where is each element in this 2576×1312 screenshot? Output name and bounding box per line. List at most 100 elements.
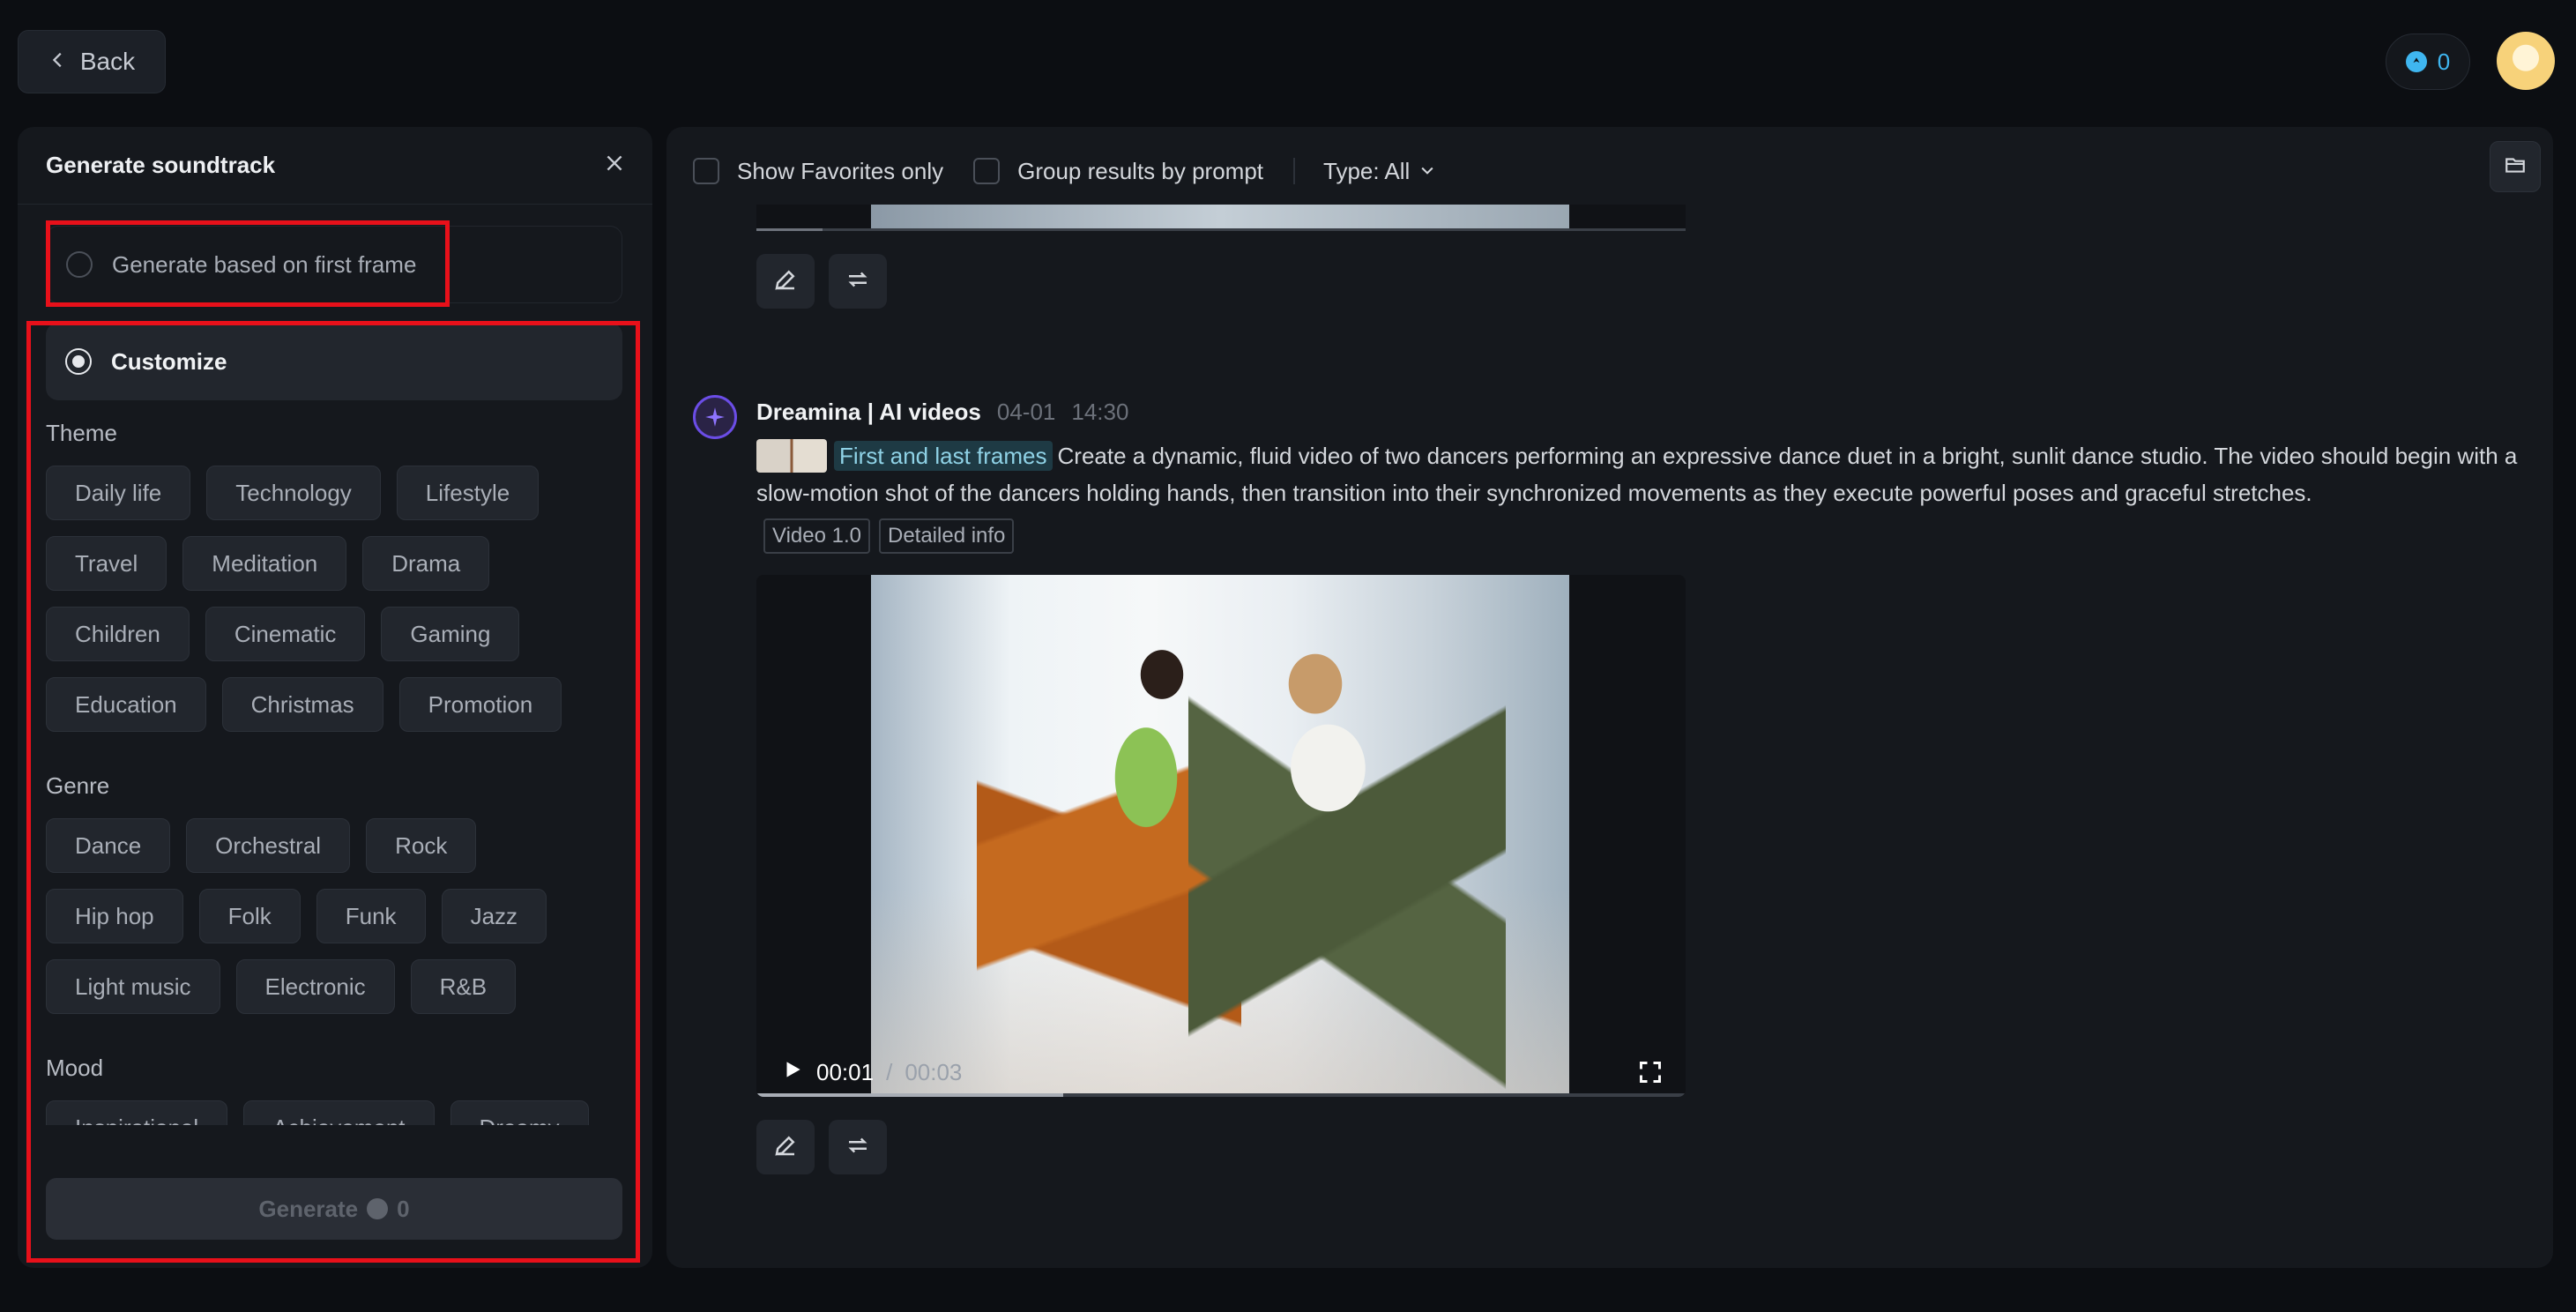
theme-chip[interactable]: Daily life <box>46 466 190 520</box>
edit-button[interactable] <box>756 254 815 309</box>
chip-row: Light music Electronic R&B <box>46 959 628 1014</box>
radio-customize[interactable] <box>65 348 92 375</box>
chip-row: Children Cinematic Gaming <box>46 607 628 661</box>
option-first-frame-label: Generate based on first frame <box>112 251 416 279</box>
credits-badge[interactable]: 0 <box>2386 34 2470 90</box>
message-tags: Video 1.0 Detailed info <box>763 518 1014 554</box>
repeat-icon <box>845 266 871 297</box>
genre-chip[interactable]: Jazz <box>442 889 547 943</box>
option-first-frame[interactable]: Generate based on first frame <box>46 226 622 303</box>
theme-chip[interactable]: Promotion <box>399 677 562 732</box>
chip-row: Travel Meditation Drama <box>46 536 628 591</box>
favorites-checkbox[interactable] <box>693 158 719 184</box>
message-prompt: First and last framesCreate a dynamic, f… <box>756 437 2528 511</box>
frames-thumbnail[interactable] <box>756 439 827 473</box>
theme-chip[interactable]: Drama <box>362 536 489 591</box>
message-time: 14:30 <box>1071 399 1128 426</box>
theme-chip[interactable]: Technology <box>206 466 381 520</box>
mood-chip[interactable]: Dreamy <box>450 1100 589 1125</box>
theme-chip[interactable]: Meditation <box>182 536 346 591</box>
chip-row: Inspirational Achievement Dreamy <box>46 1100 628 1125</box>
model-tag: Video 1.0 <box>763 518 870 554</box>
genre-chip[interactable]: Orchestral <box>186 818 350 873</box>
theme-chips: Daily life Technology Lifestyle Travel M… <box>46 466 628 748</box>
type-filter-label: Type: All <box>1323 158 1410 185</box>
generate-soundtrack-panel: Generate soundtrack Generate based on fi… <box>18 127 652 1268</box>
genre-chip[interactable]: Dance <box>46 818 170 873</box>
genre-chip[interactable]: R&B <box>411 959 516 1014</box>
play-icon[interactable] <box>781 1058 804 1087</box>
frames-mode-tag[interactable]: First and last frames <box>834 441 1053 471</box>
back-label: Back <box>80 48 135 76</box>
group-label[interactable]: Group results by prompt <box>1017 158 1263 185</box>
pencil-icon <box>772 1132 799 1163</box>
previous-video-progress <box>756 228 1686 231</box>
genre-chip[interactable]: Folk <box>199 889 301 943</box>
theme-chip[interactable]: Education <box>46 677 206 732</box>
previous-video-preview[interactable] <box>756 205 1686 231</box>
mood-title: Mood <box>46 1055 103 1082</box>
chip-row: Daily life Technology Lifestyle <box>46 466 628 520</box>
video-player[interactable]: 00:01 / 00:03 <box>756 575 1686 1097</box>
genre-chip[interactable]: Light music <box>46 959 220 1014</box>
previous-video-progress-fill <box>756 228 823 231</box>
type-filter-select[interactable]: Type: All <box>1323 158 1436 185</box>
toolbar-divider <box>1293 158 1295 184</box>
theme-chip[interactable]: Gaming <box>381 607 519 661</box>
theme-chip[interactable]: Lifestyle <box>397 466 539 520</box>
chevron-left-icon <box>48 48 68 76</box>
genre-chip[interactable]: Rock <box>366 818 476 873</box>
chip-row: Dance Orchestral Rock <box>46 818 628 873</box>
genre-chip[interactable]: Funk <box>316 889 426 943</box>
dreamina-avatar <box>693 395 737 439</box>
mood-chip[interactable]: Achievement <box>243 1100 434 1125</box>
chevron-down-icon <box>1418 158 1436 185</box>
message-header: Dreamina | AI videos 04-01 14:30 <box>756 399 1128 426</box>
video-current-time: 00:01 <box>816 1059 874 1086</box>
genre-chips: Dance Orchestral Rock Hip hop Folk Funk … <box>46 818 628 1030</box>
message-date: 04-01 <box>997 399 1056 426</box>
previous-video-frame <box>871 205 1569 231</box>
favorites-label[interactable]: Show Favorites only <box>737 158 943 185</box>
chip-row: Hip hop Folk Funk Jazz <box>46 889 628 943</box>
edit-button[interactable] <box>756 1120 815 1174</box>
chip-row: Education Christmas Promotion <box>46 677 628 732</box>
fullscreen-icon[interactable] <box>1638 1060 1663 1089</box>
genre-chip[interactable]: Hip hop <box>46 889 183 943</box>
repeat-icon <box>845 1132 871 1163</box>
theme-chip[interactable]: Christmas <box>222 677 383 732</box>
generate-label: Generate <box>258 1196 358 1223</box>
theme-title: Theme <box>46 420 117 447</box>
generate-cost: 0 <box>397 1196 409 1223</box>
genre-chip[interactable]: Electronic <box>236 959 395 1014</box>
group-checkbox[interactable] <box>973 158 1000 184</box>
back-button[interactable]: Back <box>18 30 166 93</box>
pencil-icon <box>772 266 799 297</box>
video-time-separator: / <box>886 1059 892 1086</box>
mood-chips: Inspirational Achievement Dreamy <box>46 1097 628 1125</box>
user-avatar[interactable] <box>2497 32 2555 90</box>
theme-chip[interactable]: Cinematic <box>205 607 366 661</box>
video-progress-fill <box>756 1093 1063 1097</box>
folder-icon <box>2504 153 2527 181</box>
close-icon[interactable] <box>603 152 626 179</box>
credit-coin-icon <box>2406 51 2427 72</box>
results-panel: Show Favorites only Group results by pro… <box>666 127 2553 1268</box>
credits-count: 0 <box>2438 48 2450 76</box>
video-controls: 00:01 / 00:03 <box>781 1058 962 1087</box>
theme-chip[interactable]: Children <box>46 607 190 661</box>
regenerate-button[interactable] <box>829 254 887 309</box>
detailed-info-tag[interactable]: Detailed info <box>879 518 1014 554</box>
panel-title: Generate soundtrack <box>46 152 275 179</box>
theme-chip[interactable]: Travel <box>46 536 167 591</box>
option-customize-label: Customize <box>111 348 227 376</box>
radio-first-frame[interactable] <box>66 251 93 278</box>
generate-button[interactable]: Generate 0 <box>46 1178 622 1240</box>
mood-chip[interactable]: Inspirational <box>46 1100 227 1125</box>
genre-title: Genre <box>46 772 109 800</box>
dancer-right <box>1188 628 1506 1095</box>
regenerate-button[interactable] <box>829 1120 887 1174</box>
option-customize[interactable]: Customize <box>46 323 622 400</box>
video-duration: 00:03 <box>905 1059 962 1086</box>
folder-button[interactable] <box>2490 141 2541 192</box>
